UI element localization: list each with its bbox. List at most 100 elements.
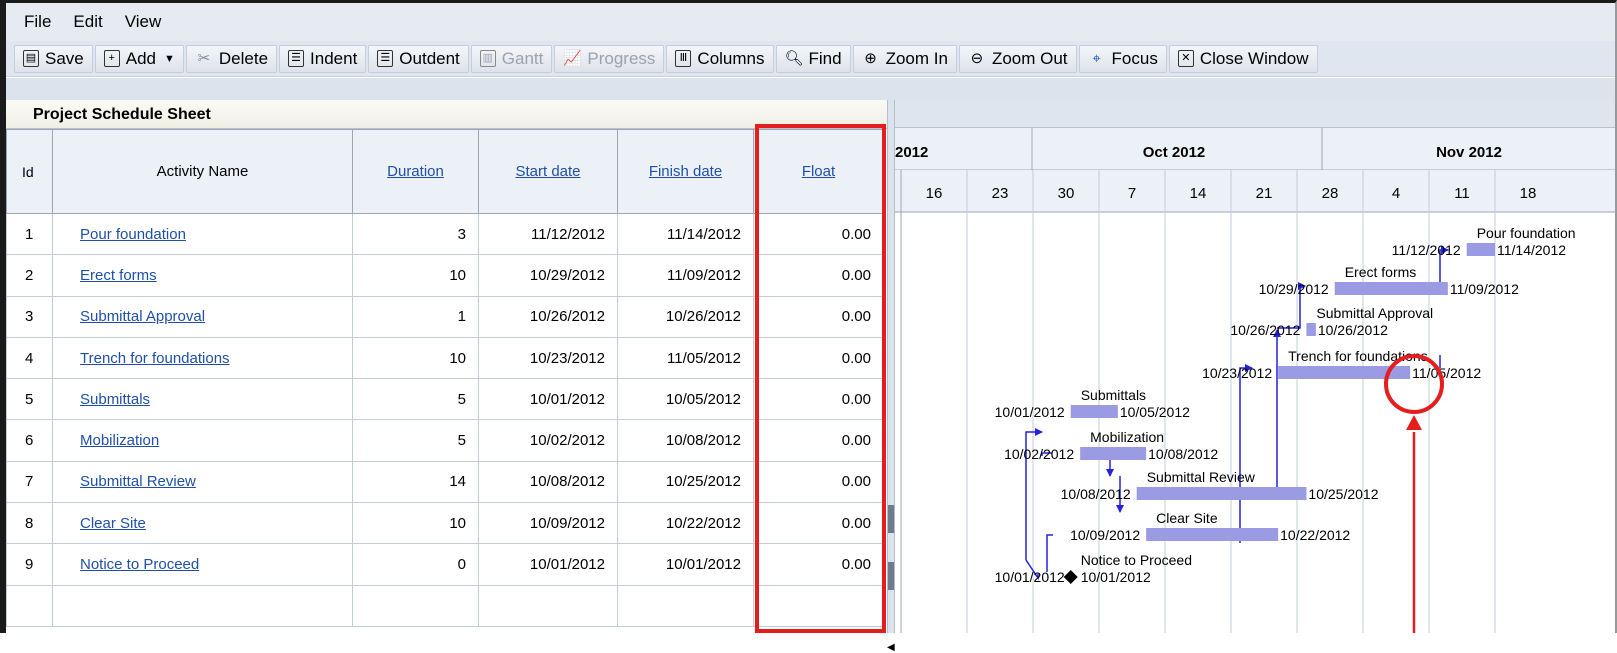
cell-duration[interactable]: 10	[352, 336, 479, 380]
menu-view[interactable]: View	[125, 12, 162, 32]
cell-start-date[interactable]: 11/12/2012	[478, 212, 618, 256]
gantt-bar[interactable]	[1146, 528, 1279, 541]
table-row[interactable]: 4 Trench for foundations 10 10/23/2012 11/05…	[6, 336, 884, 380]
cell-activity-name[interactable]: Trench for foundations	[52, 336, 353, 380]
cell-duration[interactable]: 14	[352, 460, 479, 504]
column-header-float[interactable]: Float	[753, 129, 884, 214]
cell-start-date[interactable]: 10/23/2012	[478, 336, 618, 380]
cell-activity-name[interactable]: Clear Site	[52, 502, 353, 545]
cell-float[interactable]: 0.00	[753, 419, 884, 462]
cell-start-date[interactable]: 10/02/2012	[478, 419, 618, 462]
activity-link[interactable]: Erect forms	[80, 267, 157, 284]
cell-id[interactable]: 7	[6, 460, 53, 504]
menu-file[interactable]: File	[24, 12, 51, 32]
activity-link[interactable]: Notice to Proceed	[80, 556, 199, 573]
close-window-button[interactable]: ✕ Close Window	[1168, 44, 1318, 73]
cell-float[interactable]: 0.00	[753, 254, 884, 297]
cell-finish-date[interactable]: 10/26/2012	[617, 295, 754, 338]
indent-button[interactable]: ☰ Indent	[279, 44, 367, 73]
cell-activity-name[interactable]: Mobilization	[52, 419, 353, 462]
column-header-finish-date[interactable]: Finish date	[617, 129, 754, 214]
cell-start-date[interactable]: 10/29/2012	[478, 254, 618, 297]
outdent-button[interactable]: ☰ Outdent	[368, 44, 469, 73]
cell-start-date[interactable]: 10/09/2012	[478, 502, 618, 545]
progress-button[interactable]: 📈 Progress	[554, 44, 665, 73]
cell-id[interactable]: 8	[6, 502, 53, 545]
cell-start-date[interactable]: 10/08/2012	[478, 460, 618, 504]
gantt-button[interactable]: ▥ Gantt	[470, 44, 553, 73]
activity-link[interactable]: Submittal Review	[80, 473, 196, 490]
table-row[interactable]: 2 Erect forms 10 10/29/2012 11/09/2012 0.00	[6, 254, 884, 297]
gantt-bar[interactable]	[1334, 282, 1448, 295]
cell-id[interactable]: 4	[6, 336, 53, 380]
cell-id[interactable]: 5	[6, 378, 53, 421]
focus-button[interactable]: ⌖ Focus	[1078, 44, 1167, 73]
activity-link[interactable]: Clear Site	[80, 515, 146, 532]
activity-link[interactable]: Mobilization	[80, 432, 159, 449]
cell-finish-date[interactable]: 10/05/2012	[617, 378, 754, 421]
splitter-grip[interactable]	[888, 505, 894, 533]
column-header-start-date[interactable]: Start date	[478, 129, 618, 214]
activity-link[interactable]: Trench for foundations	[80, 350, 230, 367]
column-header-duration[interactable]: Duration	[352, 129, 479, 214]
cell-duration[interactable]: 1	[352, 295, 479, 338]
cell-finish-date[interactable]: 10/08/2012	[617, 419, 754, 462]
activity-link[interactable]: Pour foundation	[80, 226, 186, 243]
columns-button[interactable]: Ⅲ Columns	[666, 44, 774, 73]
collapse-arrow-icon[interactable]: ◀	[887, 642, 895, 653]
cell-start-date[interactable]: 10/01/2012	[478, 543, 618, 586]
cell-activity-name[interactable]: Erect forms	[52, 254, 353, 297]
cell-finish-date[interactable]: 10/25/2012	[617, 460, 754, 504]
cell-duration[interactable]: 0	[352, 543, 479, 586]
cell-duration[interactable]: 5	[352, 419, 479, 462]
cell-float[interactable]: 0.00	[753, 212, 884, 256]
gantt-bar[interactable]	[1080, 447, 1147, 460]
table-row[interactable]: 6 Mobilization 5 10/02/2012 10/08/2012 0.00	[6, 419, 884, 462]
cell-finish-date[interactable]: 11/09/2012	[617, 254, 754, 297]
cell-float[interactable]: 0.00	[753, 295, 884, 338]
table-row[interactable]: 9 Notice to Proceed 0 10/01/2012 10/01/2012 0…	[6, 543, 884, 586]
cell-float[interactable]: 0.00	[753, 460, 884, 504]
cell-float[interactable]: 0.00	[753, 502, 884, 545]
cell-id[interactable]: 2	[6, 254, 53, 297]
cell-duration[interactable]: 3	[352, 212, 479, 256]
cell-activity-name[interactable]: Submittals	[52, 378, 353, 421]
table-row[interactable]: 3 Submittal Approval 1 10/26/2012 10/26/2012…	[6, 295, 884, 338]
cell-activity-name[interactable]: Submittal Approval	[52, 295, 353, 338]
cell-duration[interactable]: 10	[352, 254, 479, 297]
splitter-grip[interactable]	[888, 562, 894, 590]
cell-id[interactable]: 1	[6, 212, 53, 256]
cell-start-date[interactable]: 10/26/2012	[478, 295, 618, 338]
delete-button[interactable]: ✂ Delete	[185, 44, 278, 73]
cell-activity-name[interactable]: Submittal Review	[52, 460, 353, 504]
activity-link[interactable]: Submittal Approval	[80, 308, 205, 325]
zoom-out-button[interactable]: ⊖ Zoom Out	[958, 44, 1077, 73]
gantt-bar[interactable]	[1136, 487, 1307, 500]
menu-edit[interactable]: Edit	[73, 12, 102, 32]
gantt-bar[interactable]	[1306, 323, 1316, 336]
empty-row[interactable]	[6, 584, 884, 627]
chevron-down-icon[interactable]: ▼	[164, 53, 175, 65]
cell-id[interactable]: 9	[6, 543, 53, 586]
gantt-bar[interactable]	[1466, 243, 1495, 256]
table-row[interactable]: 8 Clear Site 10 10/09/2012 10/22/2012 0.00	[6, 502, 884, 545]
table-row[interactable]: 1 Pour foundation 3 11/12/2012 11/14/2012 0.0…	[6, 212, 884, 256]
cell-duration[interactable]: 10	[352, 502, 479, 545]
cell-id[interactable]: 6	[6, 419, 53, 462]
cell-activity-name[interactable]: Notice to Proceed	[52, 543, 353, 586]
cell-finish-date[interactable]: 10/22/2012	[617, 502, 754, 545]
find-button[interactable]: 🔍︎ Find	[775, 44, 851, 73]
cell-float[interactable]: 0.00	[753, 378, 884, 421]
cell-duration[interactable]: 5	[352, 378, 479, 421]
gantt-bar[interactable]	[1070, 405, 1118, 418]
add-button[interactable]: + Add ▼	[94, 44, 184, 73]
cell-activity-name[interactable]: Pour foundation	[52, 212, 353, 256]
activity-link[interactable]: Submittals	[80, 391, 150, 408]
save-button[interactable]: ▤ Save	[14, 44, 93, 73]
cell-finish-date[interactable]: 11/14/2012	[617, 212, 754, 256]
cell-float[interactable]: 0.00	[753, 543, 884, 586]
cell-finish-date[interactable]: 10/01/2012	[617, 543, 754, 586]
table-row[interactable]: 7 Submittal Review 14 10/08/2012 10/25/2012 0…	[6, 460, 884, 504]
cell-float[interactable]: 0.00	[753, 336, 884, 380]
cell-id[interactable]: 3	[6, 295, 53, 338]
